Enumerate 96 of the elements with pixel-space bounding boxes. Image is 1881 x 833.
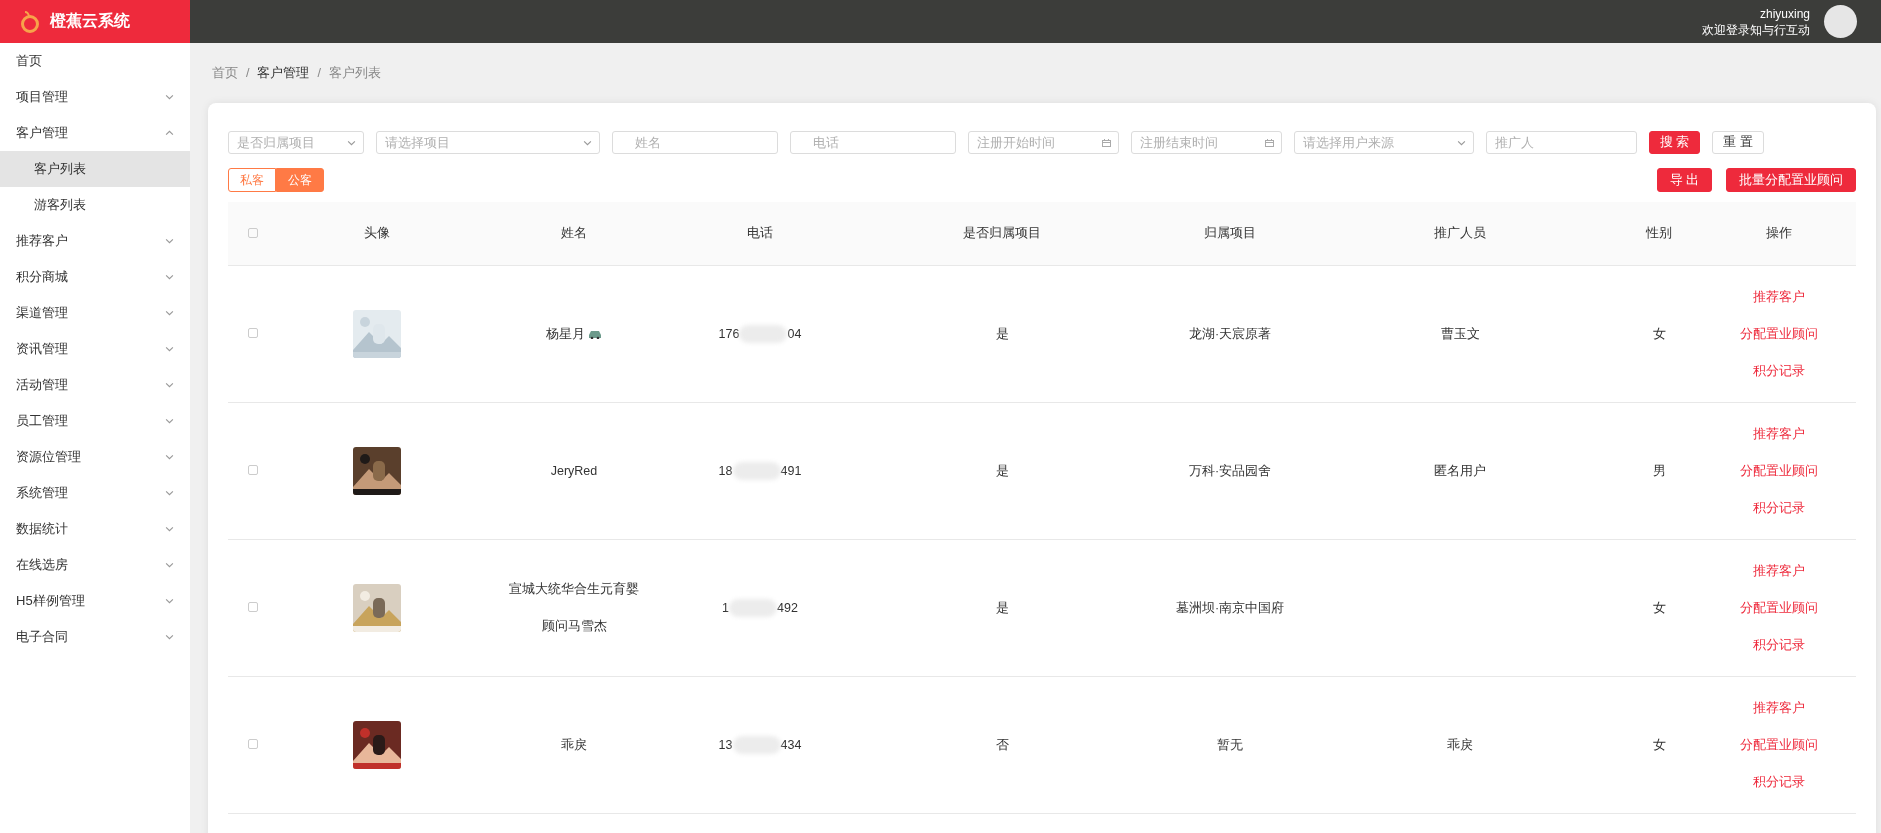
sidebar-item[interactable]: 推荐客户 [0, 223, 190, 259]
sidebar-item[interactable]: 系统管理 [0, 475, 190, 511]
phone-text: 492 [777, 601, 798, 615]
row-checkbox[interactable] [248, 328, 258, 338]
column-header: 头像 [364, 226, 390, 240]
input-field[interactable]: 姓名 [612, 131, 778, 154]
action-link[interactable]: 积分记录 [1753, 362, 1805, 380]
chevron-down-icon [1457, 139, 1466, 147]
action-link[interactable]: 推荐客户 [1753, 425, 1805, 443]
action-link[interactable]: 积分记录 [1753, 499, 1805, 517]
sidebar-item[interactable]: 活动管理 [0, 367, 190, 403]
sidebar-subitem[interactable]: 客户列表 [0, 151, 190, 187]
table-cell: 男 [1652, 463, 1666, 478]
phone-text: 434 [780, 738, 802, 752]
table-cell: 万科·安品园舍 [1188, 463, 1272, 478]
sidebar-item[interactable]: 项目管理 [0, 79, 190, 115]
date-field[interactable]: 注册结束时间 [1131, 131, 1282, 154]
action-link[interactable]: 推荐客户 [1753, 699, 1805, 717]
table-cell: 是 [995, 463, 1009, 478]
column-header: 归属项目 [1204, 226, 1256, 240]
row-checkbox[interactable] [248, 465, 258, 475]
breadcrumb-link[interactable]: 客户管理 [257, 64, 310, 82]
select-field[interactable]: 请选择项目 [376, 131, 600, 154]
input-field[interactable]: 电话 [790, 131, 956, 154]
sidebar-item[interactable]: 渠道管理 [0, 295, 190, 331]
sidebar-item[interactable]: 积分商城 [0, 259, 190, 295]
sidebar-item[interactable]: 员工管理 [0, 403, 190, 439]
batch-assign-button[interactable]: 批量分配置业顾问 [1726, 168, 1856, 192]
column-header: 推广人员 [1434, 226, 1486, 240]
breadcrumb-separator: / [317, 66, 321, 80]
action-link[interactable]: 推荐客户 [1753, 562, 1805, 580]
action-link[interactable]: 分配置业顾问 [1740, 325, 1818, 343]
column-header: 是否归属项目 [963, 226, 1041, 240]
sidebar-item[interactable]: 资源位管理 [0, 439, 190, 475]
table-cell: 匿名用户 [1434, 463, 1486, 478]
action-link[interactable]: 推荐客户 [1753, 288, 1805, 306]
phone-text: 1 [722, 601, 730, 615]
select-field[interactable]: 请选择用户来源 [1294, 131, 1474, 154]
row-checkbox[interactable] [248, 739, 258, 749]
sidebar-item[interactable]: 在线选房 [0, 547, 190, 583]
chevron-down-icon [347, 139, 356, 147]
column-header: 操作 [1766, 226, 1792, 240]
table-cell: 乖戾 [1447, 737, 1473, 752]
table-cell: 暂无 [1217, 737, 1243, 752]
action-link[interactable]: 积分记录 [1753, 636, 1805, 654]
column-header: 电话 [747, 226, 773, 240]
sidebar-item[interactable]: 资讯管理 [0, 331, 190, 367]
name-text: 顾问马雪杰 [541, 618, 607, 635]
sidebar-item[interactable]: 客户管理 [0, 115, 190, 151]
select-all-checkbox[interactable] [248, 227, 258, 238]
sidebar-item[interactable]: 电子合同 [0, 619, 190, 655]
sidebar-subitem[interactable]: 游客列表 [0, 187, 190, 223]
action-link[interactable]: 积分记录 [1753, 773, 1805, 791]
table-cell: 龙湖·天宸原著 [1188, 326, 1272, 341]
phone-text: 176 [718, 327, 740, 341]
chevron-down-icon [583, 139, 592, 147]
table-cell: 否 [995, 737, 1009, 752]
table-cell: 女 [1652, 326, 1666, 341]
user-avatar[interactable] [1824, 5, 1857, 38]
sidebar-item[interactable]: H5样例管理 [0, 583, 190, 619]
table-cell: 曹玉文 [1440, 326, 1480, 341]
phone-text: 13 [718, 738, 733, 752]
action-link[interactable]: 分配置业顾问 [1740, 462, 1818, 480]
fruit-logo-icon [20, 10, 40, 33]
row-checkbox[interactable] [248, 602, 258, 612]
sidebar-item[interactable]: 数据统计 [0, 511, 190, 547]
column-header: 性别 [1646, 226, 1672, 240]
name-text: JeryRed [550, 464, 598, 478]
calendar-icon [1265, 139, 1274, 147]
select-field[interactable]: 是否归属项目 [228, 131, 364, 154]
search-button[interactable]: 搜 索 [1649, 131, 1701, 154]
logo-text: 橙蕉云系统 [50, 11, 130, 31]
calendar-icon [1102, 139, 1111, 147]
export-button[interactable]: 导 出 [1656, 168, 1712, 192]
date-field[interactable]: 注册开始时间 [968, 131, 1119, 154]
input-field[interactable]: 推广人 [1486, 131, 1637, 154]
table-cell: 墓洲坝·南京中国府 [1175, 600, 1285, 615]
name-text: 乖戾 [561, 736, 587, 754]
phone-text: 491 [780, 464, 802, 478]
phone-text: 04 [787, 327, 802, 341]
table-cell: 是 [995, 326, 1009, 341]
action-link[interactable]: 分配置业顾问 [1740, 736, 1818, 754]
table-cell: 女 [1652, 737, 1666, 752]
welcome-text: 欢迎登录知与行互动 [1702, 21, 1810, 38]
name-text: 杨星月 [546, 325, 585, 343]
action-link[interactable]: 分配置业顾问 [1740, 599, 1818, 617]
reset-button[interactable]: 重 置 [1712, 131, 1764, 154]
breadcrumb-separator: / [246, 66, 250, 80]
username: zhiyuxing [1759, 5, 1810, 22]
car-icon [588, 329, 602, 339]
column-header: 姓名 [561, 226, 587, 240]
phone-text: 18 [718, 464, 733, 478]
table-cell: 是 [995, 600, 1009, 615]
table-cell: 女 [1652, 600, 1666, 615]
sidebar-item[interactable]: 首页 [0, 43, 190, 79]
name-text: 宣城大统华合生元育婴 [509, 581, 639, 598]
